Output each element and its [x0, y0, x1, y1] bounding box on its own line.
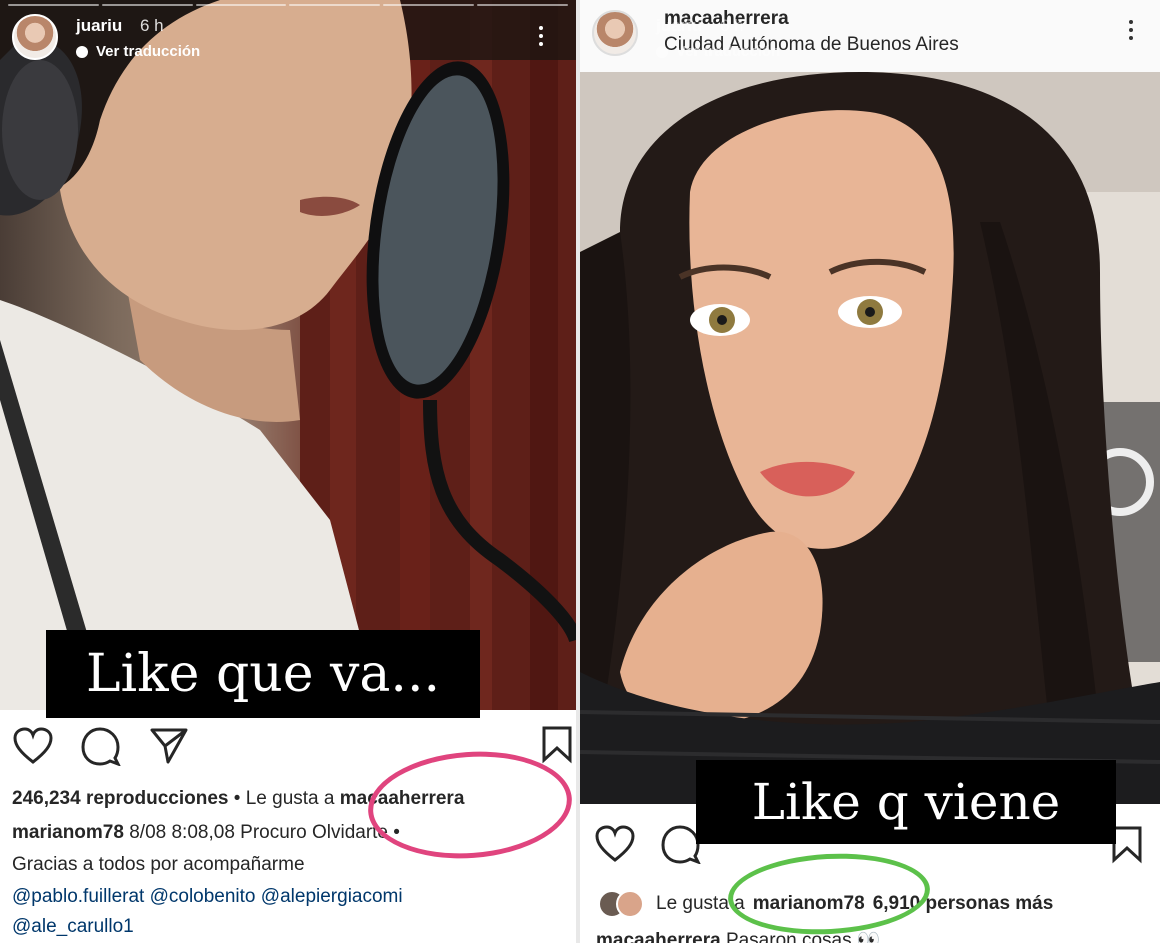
share-icon[interactable] [148, 726, 190, 766]
liked-avatars [598, 890, 648, 918]
mention-link[interactable]: @pablo.fuillerat [12, 886, 144, 907]
avatar[interactable] [616, 890, 644, 918]
caption-line-2: Gracias a todos por acompañarme [12, 854, 305, 875]
story-progress-bar [8, 4, 568, 6]
views-line: 246,234 reproducciones • Le gusta a maca… [12, 788, 464, 810]
post-photo-singer[interactable] [0, 0, 576, 710]
post-text: Pasaron cosas 👀 [725, 930, 881, 943]
right-story-panel: macaaherrera Ciudad Autónoma de Buenos A… [580, 0, 1160, 943]
mention-link[interactable]: @alepiergiacomi [261, 886, 403, 907]
translate-link[interactable]: Ver traducción [76, 43, 200, 60]
liked-username[interactable]: marianom78 [753, 893, 865, 915]
translate-icon [656, 45, 668, 58]
story-time: 6 h [140, 16, 164, 35]
comment-icon[interactable] [80, 726, 122, 766]
translate-label: Ver traducción [676, 43, 781, 60]
post-username[interactable]: macaaherrera [596, 930, 721, 943]
caption-line: marianom78 8/08 8:08,08 Procuro Olvidart… [12, 822, 400, 844]
liked-username[interactable]: macaaherrera [340, 788, 465, 809]
singer-illustration [0, 0, 576, 710]
liked-prefix: Le gusta a [656, 893, 745, 914]
heart-icon[interactable] [12, 726, 54, 766]
avatar[interactable] [12, 14, 58, 60]
repost-header: macaaherrera Ciudad Autónoma de Buenos A… [580, 0, 1160, 72]
story-header: juariu 6 h Ver traducción [0, 0, 576, 70]
heart-icon[interactable] [594, 824, 636, 864]
mention-link[interactable]: @colobenito [150, 886, 256, 907]
story-username[interactable]: juariu [76, 16, 122, 36]
translate-link[interactable]: Ver traducción [656, 43, 780, 60]
post-text: 8/08 8:08,08 Procuro Olvidarte • [129, 822, 400, 843]
mentions-line: @pablo.fuillerat @colobenito @alepiergia… [12, 886, 403, 908]
mention-link[interactable]: @ale_carullo1 [12, 916, 134, 938]
story-time: 6 h [720, 16, 744, 35]
liked-more[interactable]: 6,910 personas más [873, 893, 1054, 915]
liked-prefix: • Le gusta a [233, 788, 335, 809]
bookmark-icon[interactable] [540, 724, 574, 764]
story-caption: Like que va... [46, 630, 480, 718]
liked-line: Le gusta a marianom78 6,910 personas más [598, 890, 1053, 918]
story-username[interactable]: juariu [656, 16, 702, 36]
post-photo-portrait[interactable] [580, 72, 1160, 804]
views-count: 246,234 reproducciones [12, 788, 229, 809]
translate-icon [76, 45, 88, 58]
more-icon[interactable] [1129, 20, 1133, 40]
post-username[interactable]: marianom78 [12, 822, 124, 843]
more-icon[interactable] [539, 26, 543, 46]
portrait-illustration [580, 72, 1160, 804]
post-actions [0, 716, 576, 776]
story-caption: Like q viene [696, 760, 1116, 844]
translate-label: Ver traducción [96, 43, 201, 60]
left-story-panel: juariu 6 h Ver traducción Like que va...… [0, 0, 576, 943]
caption-line: macaaherrera Pasaron cosas 👀 [596, 928, 881, 943]
avatar[interactable] [592, 10, 638, 56]
